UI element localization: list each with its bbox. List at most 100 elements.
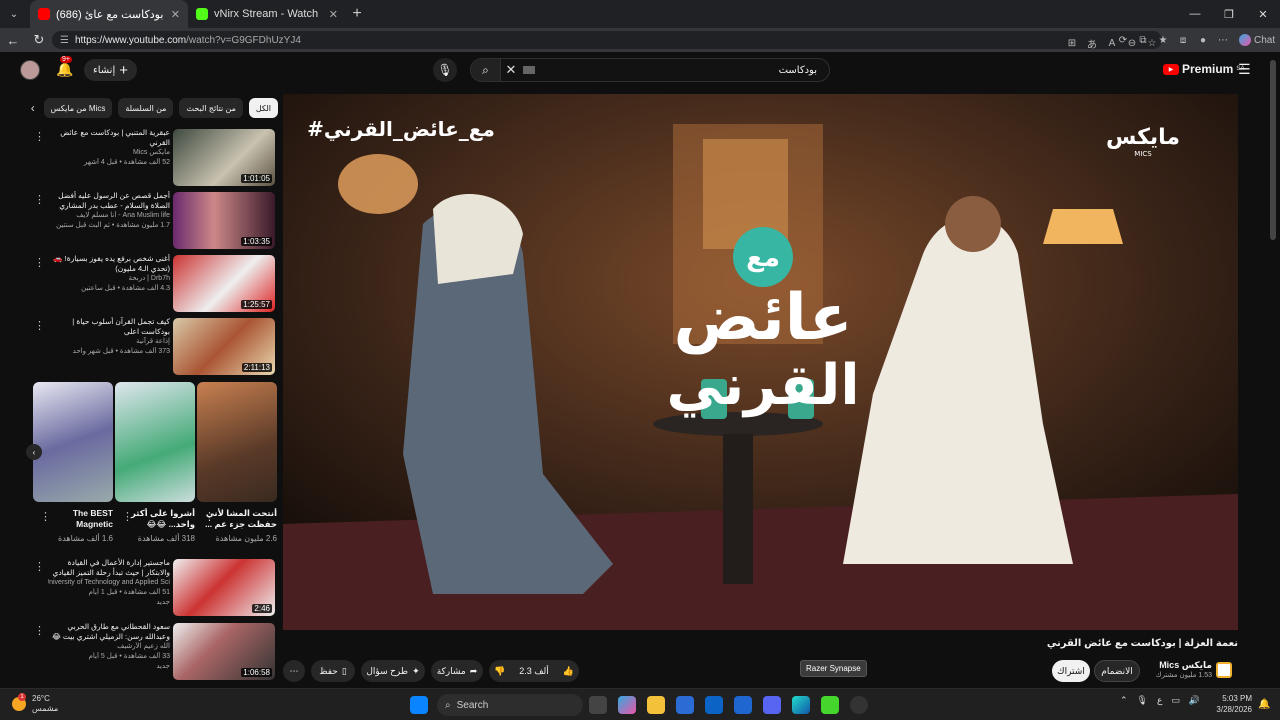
task-view-icon[interactable] xyxy=(589,696,607,714)
channel-name[interactable]: الله زعيم الأرشيف xyxy=(48,642,170,652)
browser-tab-kick[interactable]: vNirx Stream - Watch Live on Kick ✕ xyxy=(188,0,346,28)
apps-icon[interactable]: ⊞ xyxy=(1062,38,1082,49)
obs-icon[interactable] xyxy=(850,696,868,714)
short-thumbnail[interactable] xyxy=(115,382,195,502)
video-title[interactable]: سعود القحطاني مع طارق الحربي وعبدالله رس… xyxy=(48,622,170,642)
create-button[interactable]: إنشاء + xyxy=(84,59,137,81)
voice-search-button[interactable]: 🎙 xyxy=(433,58,457,82)
chevron-up-icon[interactable]: ⌃ xyxy=(1120,695,1128,706)
close-window-icon[interactable]: ✕ xyxy=(1246,0,1280,28)
more-button[interactable]: ⋯ xyxy=(283,660,305,682)
back-icon[interactable]: ← xyxy=(0,33,26,48)
browser-tab-youtube[interactable]: (686) نعمة العزلة | بودكاست مع عائ ✕ xyxy=(30,0,188,28)
weather-widget[interactable]: 1 26°C مشمس xyxy=(12,693,58,714)
notifications-button[interactable]: 🔔 9+ xyxy=(56,56,74,79)
collections-icon[interactable]: ⧈ xyxy=(1173,35,1193,46)
new-tab-button[interactable]: + xyxy=(346,5,368,23)
more-actions-icon[interactable]: ⋮ xyxy=(34,319,45,332)
site-info-icon[interactable]: ☰ xyxy=(60,35,69,46)
outlook-icon[interactable] xyxy=(705,696,723,714)
short-title[interactable]: أشروا على أكثر واحد... 😂😂 xyxy=(115,508,195,530)
copilot-app-icon[interactable] xyxy=(618,696,636,714)
short-title[interactable]: أنتحت المشا لأني حفظت جزء عم ... xyxy=(197,508,277,530)
short-thumbnail[interactable] xyxy=(197,382,277,502)
chevron-left-icon[interactable]: ‹ xyxy=(26,444,42,460)
profile-icon[interactable]: ● xyxy=(1193,35,1213,46)
channel-name[interactable]: مايكس Mics xyxy=(1144,660,1212,671)
copilot-button[interactable]: Chat xyxy=(1233,34,1280,46)
channel-name[interactable]: إذاعة قرآنية xyxy=(48,337,170,347)
chip-mics[interactable]: من مايكس Mics xyxy=(43,98,113,118)
video-thumbnail[interactable]: 1:01:05 xyxy=(173,129,275,186)
short-thumbnail[interactable] xyxy=(33,382,113,502)
more-actions-icon[interactable]: ⋮ xyxy=(34,624,45,637)
video-title[interactable]: كيف تجمل القرآن أسلوب حياة | بودكاست اعل… xyxy=(48,317,170,337)
channel-name[interactable]: Ana Muslim life - أنا مسلم لايف xyxy=(48,211,170,221)
refresh-icon[interactable]: ↻ xyxy=(26,32,52,48)
more-actions-icon[interactable]: ⋮ xyxy=(34,193,45,206)
join-button[interactable]: الانضمام xyxy=(1094,660,1140,682)
video-thumbnail[interactable]: 2:46 xyxy=(173,559,275,616)
dislike-icon[interactable]: 👎 xyxy=(494,666,505,677)
video-thumbnail[interactable]: 2:11:13 xyxy=(173,318,275,375)
more-menu-icon[interactable]: ⋯ xyxy=(1213,35,1233,46)
video-thumbnail[interactable]: 1:25:57 xyxy=(173,255,275,312)
more-actions-icon[interactable]: ⋮ xyxy=(34,130,45,143)
keyboard-icon[interactable] xyxy=(523,66,535,74)
close-tab-icon[interactable]: ✕ xyxy=(171,8,180,21)
url-bar[interactable]: ☰ https://www.youtube.com /watch?v=G9GFD… xyxy=(52,31,1162,51)
clear-search-icon[interactable]: ✕ xyxy=(501,62,521,78)
save-button[interactable]: حفظ ▯ xyxy=(311,660,355,682)
list-item[interactable]: ⋮ أجمل قصص عن الرسول عليه أفضل الصلاة وا… xyxy=(28,189,278,252)
volume-icon[interactable]: 🔊 xyxy=(1189,695,1200,706)
search-input[interactable]: بودكاست xyxy=(535,65,829,76)
chevron-left-icon[interactable]: ‹ xyxy=(28,101,38,115)
network-icon[interactable]: ▭ xyxy=(1171,695,1180,706)
like-icon[interactable]: 👍 xyxy=(563,666,574,677)
video-title[interactable]: أجمل قصص عن الرسول عليه أفضل الصلاة والس… xyxy=(48,191,170,211)
list-item[interactable]: ⋮ سعود القحطاني مع طارق الحربي وعبدالله … xyxy=(28,620,278,684)
menu-hamburger-icon[interactable]: ☰ xyxy=(1238,61,1251,78)
list-item[interactable]: ⋮ ماجستير إدارة الأعمال في القيادة والاب… xyxy=(28,556,278,620)
taskbar-search[interactable]: ⌕ Search xyxy=(437,694,583,716)
chip-series[interactable]: من السلسلة xyxy=(118,98,174,118)
edge-dev-icon[interactable] xyxy=(734,696,752,714)
windows-start-icon[interactable] xyxy=(410,696,428,714)
store-icon[interactable] xyxy=(676,696,694,714)
chip-all[interactable]: الكل xyxy=(248,98,278,118)
microphone-icon[interactable]: 🎙 xyxy=(1137,695,1148,706)
channel-avatar[interactable] xyxy=(1216,662,1232,678)
subscribe-button[interactable]: اشتراك xyxy=(1052,660,1090,682)
minimize-icon[interactable]: — xyxy=(1178,0,1212,28)
input-language[interactable]: ع xyxy=(1157,695,1162,706)
list-item[interactable]: ⋮ عبقرية المتنبي | بودكاست مع عائض القرن… xyxy=(28,126,278,189)
search-button[interactable]: ⌕ xyxy=(471,59,501,81)
channel-name[interactable]: Drb7h | دربحة xyxy=(48,274,170,284)
notifications-icon[interactable]: 🔔 xyxy=(1258,699,1270,710)
youtube-premium-logo[interactable]: ▶ Premium SA xyxy=(1163,62,1245,76)
channel-name[interactable]: University of Technology and Applied Sci… xyxy=(48,578,170,588)
more-actions-icon[interactable]: ⋮ xyxy=(34,560,45,573)
razer-synapse-icon[interactable] xyxy=(821,696,839,714)
tab-list-button[interactable]: ⌄ xyxy=(2,4,26,24)
edge-icon[interactable] xyxy=(792,696,810,714)
list-item[interactable]: ⋮ كيف تجمل القرآن أسلوب حياة | بودكاست ا… xyxy=(28,315,278,378)
video-player[interactable]: مع عائض القرني #مع_عائض_القرني مايكس MIC… xyxy=(283,94,1238,630)
list-item[interactable]: ⋮ أغنى شخص برفع يده يفوز بسيارة! 🚗 (تحدي… xyxy=(28,252,278,315)
restore-icon[interactable]: ❐ xyxy=(1212,0,1246,28)
discord-icon[interactable] xyxy=(763,696,781,714)
more-actions-icon[interactable]: ⋮ xyxy=(34,256,45,269)
video-title[interactable]: أغنى شخص برفع يده يفوز بسيارة! 🚗 (تحدي ا… xyxy=(48,254,170,274)
chip-search-results[interactable]: من نتائج البحث xyxy=(179,98,243,118)
close-tab-icon[interactable]: ✕ xyxy=(329,8,338,21)
channel-name[interactable]: مايكس Mics xyxy=(48,148,170,158)
short-title[interactable]: The BEST Magnetic xyxy=(33,508,113,530)
video-thumbnail[interactable]: 1:03:35 xyxy=(173,192,275,249)
share-button[interactable]: مشاركة ➦ xyxy=(431,660,483,682)
video-thumbnail[interactable]: 1:06:58 xyxy=(173,623,275,680)
page-scrollbar[interactable] xyxy=(1270,60,1276,240)
video-title[interactable]: عبقرية المتنبي | بودكاست مع عائض القرني xyxy=(48,128,170,148)
favorites-icon[interactable]: ★ xyxy=(1153,35,1173,46)
account-avatar[interactable] xyxy=(20,60,40,80)
ask-button[interactable]: طرح سؤال ✦ xyxy=(361,660,425,682)
